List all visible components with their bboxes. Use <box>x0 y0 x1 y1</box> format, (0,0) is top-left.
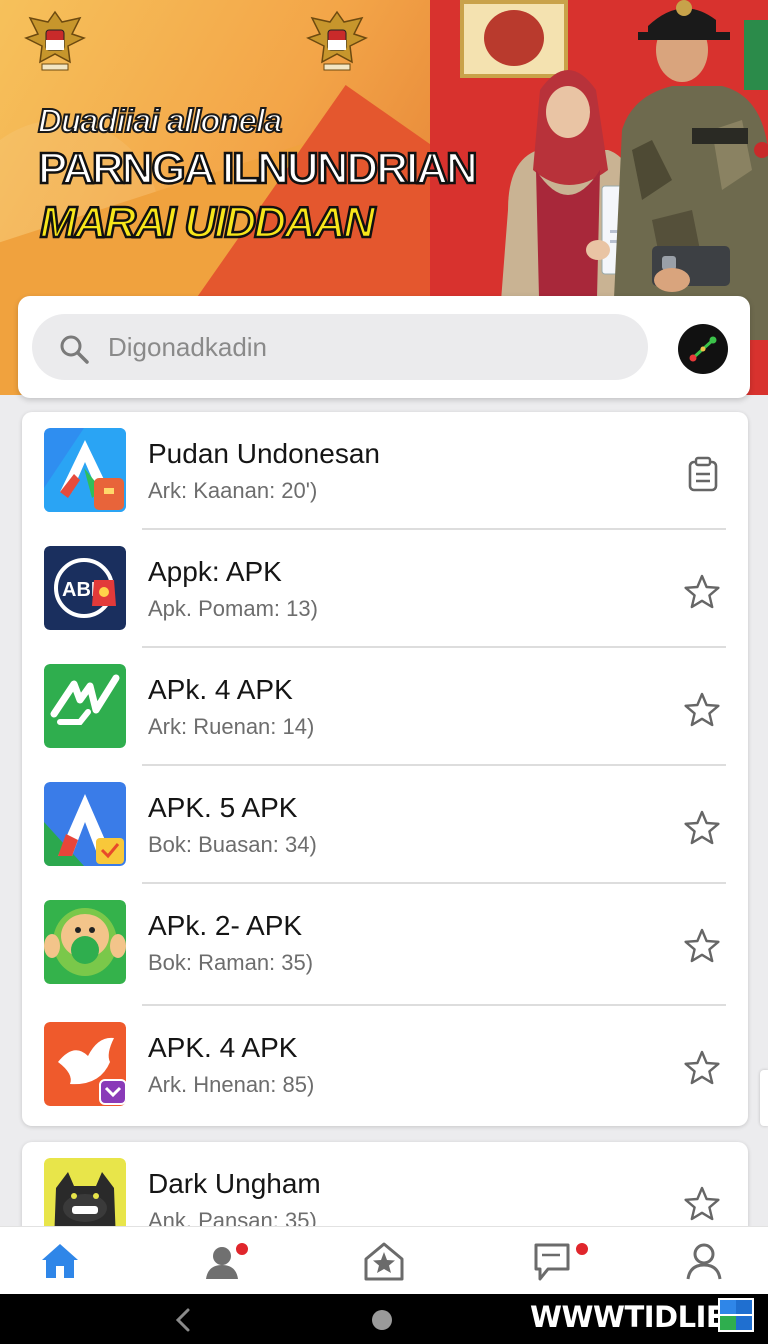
list-item[interactable]: APk. 4 APK Ark: Ruenan: 14) <box>22 648 748 766</box>
watermark-text: WWWTIDLIES <box>530 1300 746 1334</box>
hero-officer-figure <box>612 0 768 340</box>
garuda-emblem-icon <box>306 10 368 71</box>
cartoon-face-icon <box>44 900 126 984</box>
app-name: APK. 5 APK <box>148 792 298 823</box>
clipboard-icon[interactable] <box>682 454 722 494</box>
garuda-emblem-icon <box>24 10 86 71</box>
star-icon[interactable] <box>682 1048 722 1088</box>
hero-highlight-title: MARAI UIDDAAN <box>39 197 377 249</box>
list-item[interactable]: APK. 5 APK Bok: Buasan: 34) <box>22 766 748 884</box>
star-house-icon <box>364 1242 404 1281</box>
search-input[interactable] <box>108 314 628 380</box>
scroll-handle[interactable] <box>760 1070 768 1126</box>
search-bar[interactable] <box>32 314 648 380</box>
star-icon[interactable] <box>682 808 722 848</box>
chat-icon <box>534 1243 570 1281</box>
google-a-icon <box>44 782 126 866</box>
notification-badge <box>574 1241 590 1257</box>
home-button[interactable] <box>372 1310 392 1330</box>
star-icon[interactable] <box>682 690 722 730</box>
star-icon[interactable] <box>682 572 722 612</box>
app-name: Dark Ungham <box>148 1168 321 1199</box>
app-meta: Ark: Ruenan: 14) <box>148 714 315 739</box>
hero-subtitle: Duadiiai allonela <box>37 101 283 140</box>
app-meta: Apk. Pomam: 13) <box>148 596 318 621</box>
user-icon <box>686 1243 722 1280</box>
app-meta: Ark. Hnenan: 85) <box>148 1072 315 1097</box>
check-wave-icon <box>44 664 126 748</box>
star-icon[interactable] <box>682 926 722 966</box>
app-store-icon <box>44 428 126 512</box>
list-item[interactable]: ABP Appk: APK Apk. Pomam: 13) <box>22 530 748 648</box>
nav-favorites[interactable] <box>362 1239 410 1285</box>
bottom-navigation <box>0 1226 768 1294</box>
wing-icon <box>44 1022 126 1106</box>
graph-button[interactable] <box>678 324 728 374</box>
list-item[interactable]: APk. 2- APK Bok: Raman: 35) <box>22 884 748 1006</box>
graph-icon <box>689 336 717 362</box>
search-icon[interactable] <box>58 333 90 365</box>
app-name: APk. 2- APK <box>148 910 303 941</box>
app-name: APk. 4 APK <box>148 674 293 705</box>
search-card <box>18 296 750 398</box>
list-item[interactable]: Pudan Undonesan Ark: Kaanan: 20') <box>22 412 748 530</box>
hero-title: PARNGA ILNUNDRIAN <box>37 143 479 195</box>
app-name: APK. 4 APK <box>148 1032 298 1063</box>
app-meta: Bok: Raman: 35) <box>148 950 314 975</box>
star-icon[interactable] <box>682 1184 722 1224</box>
nav-home[interactable] <box>38 1239 86 1285</box>
nav-account[interactable] <box>682 1239 730 1285</box>
back-icon[interactable] <box>172 1306 194 1334</box>
nav-profile-alert[interactable] <box>202 1239 250 1285</box>
app-badge-icon: ABP <box>44 546 126 630</box>
nav-messages[interactable] <box>530 1239 590 1285</box>
app-name: Pudan Undonesan <box>148 438 380 469</box>
app-meta: Bok: Buasan: 34) <box>148 832 317 857</box>
app-meta: Ark: Kaanan: 20') <box>148 478 318 503</box>
watermark-logo-icon <box>718 1298 754 1332</box>
app-list: Pudan Undonesan Ark: Kaanan: 20') ABP Ap… <box>22 412 748 1126</box>
list-item[interactable]: APK. 4 APK Ark. Hnenan: 85) <box>22 1006 748 1126</box>
system-navigation-bar: WWWTIDLIES <box>0 1294 768 1344</box>
notification-badge <box>234 1241 250 1257</box>
app-screen: Duadiiai allonela PARNGA ILNUNDRIAN MARA… <box>0 0 768 1344</box>
home-icon <box>42 1244 78 1278</box>
app-name: Appk: APK <box>148 556 282 587</box>
